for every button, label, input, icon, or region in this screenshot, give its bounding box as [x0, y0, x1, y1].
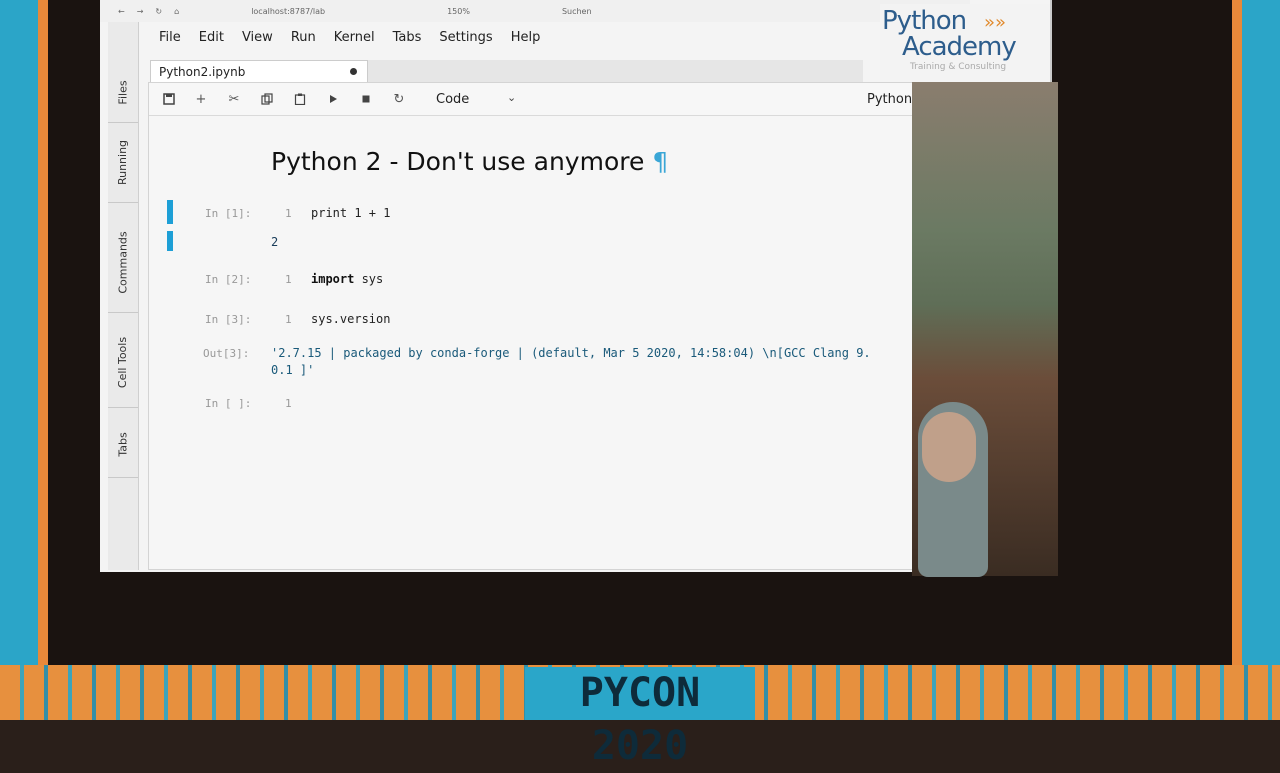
markdown-heading[interactable]: Python 2 - Don't use anymore ¶: [271, 147, 668, 176]
menu-view[interactable]: View: [233, 28, 282, 48]
restart-icon[interactable]: ↻: [391, 91, 407, 107]
code-cell-3[interactable]: sys.version: [311, 312, 390, 326]
sidebar-tab-running[interactable]: Running: [108, 127, 138, 197]
jupyterlab-screen: ← → ↻ ⌂ localhost:8787/lab 150% Suchen F…: [100, 0, 1052, 572]
sidebar-tab-label: Running: [116, 139, 130, 185]
output-collapse-marker[interactable]: [167, 231, 173, 251]
left-sidebar: Files Running Commands Cell Tools Tabs: [108, 22, 139, 570]
home-icon[interactable]: ⌂: [174, 7, 179, 16]
output-line: 0.1 ]': [271, 363, 315, 377]
sidebar-divider: [108, 122, 138, 123]
frame-right-blue: [1240, 0, 1280, 665]
input-prompt: In [ ]:: [205, 397, 252, 410]
cell-output-1: 2: [271, 235, 279, 249]
tab-strip: [368, 60, 863, 83]
sidebar-tab-label: Files: [116, 79, 130, 105]
logo-line-2: Academy: [902, 32, 1017, 62]
input-prompt: In [2]:: [205, 273, 252, 286]
sidebar-tab-tabs[interactable]: Tabs: [108, 417, 138, 472]
keyword-import: import: [311, 272, 355, 286]
sidebar-tab-commands[interactable]: Commands: [108, 217, 138, 307]
code-cell-4[interactable]: [311, 396, 911, 412]
frame-left-blue: [0, 0, 40, 665]
chevron-down-icon[interactable]: ⌄: [507, 91, 516, 104]
logo-arrows: »»: [984, 12, 1007, 33]
menu-kernel[interactable]: Kernel: [325, 28, 384, 48]
menu-settings[interactable]: Settings: [430, 28, 501, 48]
line-number: 1: [285, 313, 292, 326]
sidebar-tab-label: Commands: [116, 230, 130, 294]
back-icon[interactable]: ←: [118, 7, 125, 16]
line-number: 1: [285, 397, 292, 410]
code-cell-2[interactable]: import sys: [311, 272, 383, 286]
menu-help[interactable]: Help: [502, 28, 550, 48]
zoom-level[interactable]: 150%: [447, 7, 470, 16]
sidebar-divider: [108, 202, 138, 203]
url-text[interactable]: localhost:8787/lab: [251, 7, 325, 16]
notebook-tab-label: Python2.ipynb: [159, 64, 246, 79]
menu-edit[interactable]: Edit: [190, 28, 233, 48]
pycon-banner: PYCON 2020: [525, 667, 755, 769]
line-number: 1: [285, 273, 292, 286]
line-number: 1: [285, 207, 292, 220]
sidebar-tab-files[interactable]: Files: [108, 62, 138, 122]
menu-file[interactable]: File: [150, 28, 190, 48]
menu-run[interactable]: Run: [282, 28, 325, 48]
output-prompt: Out[3]:: [203, 347, 250, 360]
notebook-toolbar: + ✂ ↻ Code ⌄ Python 2: [149, 83, 967, 116]
code-cell-1[interactable]: print 1 + 1: [311, 206, 390, 220]
run-icon[interactable]: [325, 91, 341, 107]
presenter-face: [922, 412, 976, 482]
frame-left-orange: [38, 0, 48, 665]
sidebar-divider: [108, 407, 138, 408]
forward-icon[interactable]: →: [137, 7, 144, 16]
search-box[interactable]: Suchen: [562, 7, 592, 16]
pycon-title: PYCON 2020: [525, 667, 755, 769]
anchor-link[interactable]: ¶: [652, 147, 668, 176]
stop-icon[interactable]: [358, 91, 374, 107]
heading-text: Python 2 - Don't use anymore: [271, 147, 645, 176]
frame-right-orange: [1232, 0, 1242, 665]
copy-icon[interactable]: [259, 91, 275, 107]
sidebar-tab-cell-tools[interactable]: Cell Tools: [108, 322, 138, 402]
add-cell-icon[interactable]: +: [193, 91, 209, 107]
paste-icon[interactable]: [292, 91, 308, 107]
input-prompt: In [1]:: [205, 207, 252, 220]
input-prompt: In [3]:: [205, 313, 252, 326]
code-rest: sys: [354, 272, 384, 286]
sidebar-tab-label: Tabs: [116, 432, 130, 457]
notebook-tab[interactable]: Python2.ipynb: [150, 60, 368, 82]
save-icon[interactable]: [161, 91, 177, 107]
cell-type-select[interactable]: Code: [436, 92, 469, 107]
sidebar-tab-label: Cell Tools: [116, 336, 130, 388]
logo-tagline: Training & Consulting: [910, 62, 1007, 72]
sidebar-divider: [108, 477, 138, 478]
menu-tabs[interactable]: Tabs: [384, 28, 431, 48]
browser-toolbar: ← → ↻ ⌂ localhost:8787/lab 150% Suchen: [100, 0, 970, 22]
sidebar-divider: [108, 312, 138, 313]
notebook-panel: + ✂ ↻ Code ⌄ Python 2 Python 2 - Don't u…: [148, 82, 968, 570]
python-academy-logo: Python »» Academy Training & Consulting: [880, 4, 1050, 80]
cut-icon[interactable]: ✂: [226, 91, 242, 107]
reload-icon[interactable]: ↻: [155, 7, 162, 16]
cell-selection-marker[interactable]: [167, 200, 173, 224]
unsaved-dot-icon[interactable]: [350, 68, 357, 75]
webcam-overlay: [912, 82, 1058, 577]
main-menubar: File Edit View Run Kernel Tabs Settings …: [150, 28, 549, 48]
output-line: '2.7.15 | packaged by conda-forge | (def…: [271, 346, 871, 360]
cell-output-3: '2.7.15 | packaged by conda-forge | (def…: [271, 345, 871, 379]
